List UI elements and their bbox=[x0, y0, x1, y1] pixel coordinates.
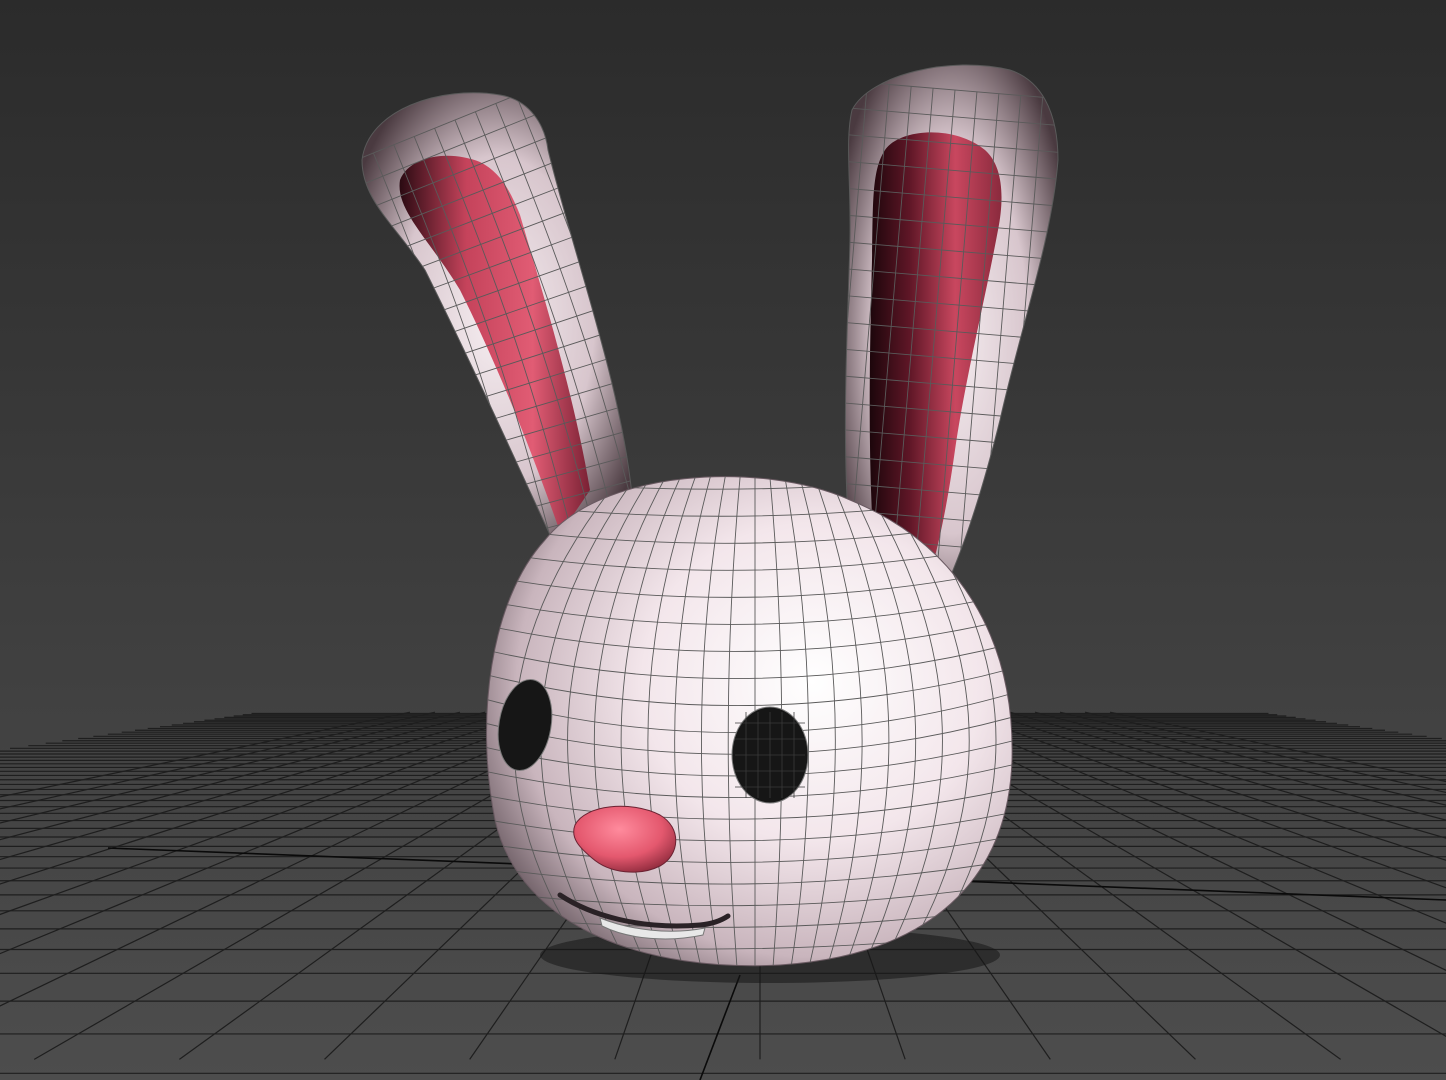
viewport-scene[interactable] bbox=[0, 0, 1446, 1080]
3d-viewport[interactable] bbox=[0, 0, 1446, 1080]
